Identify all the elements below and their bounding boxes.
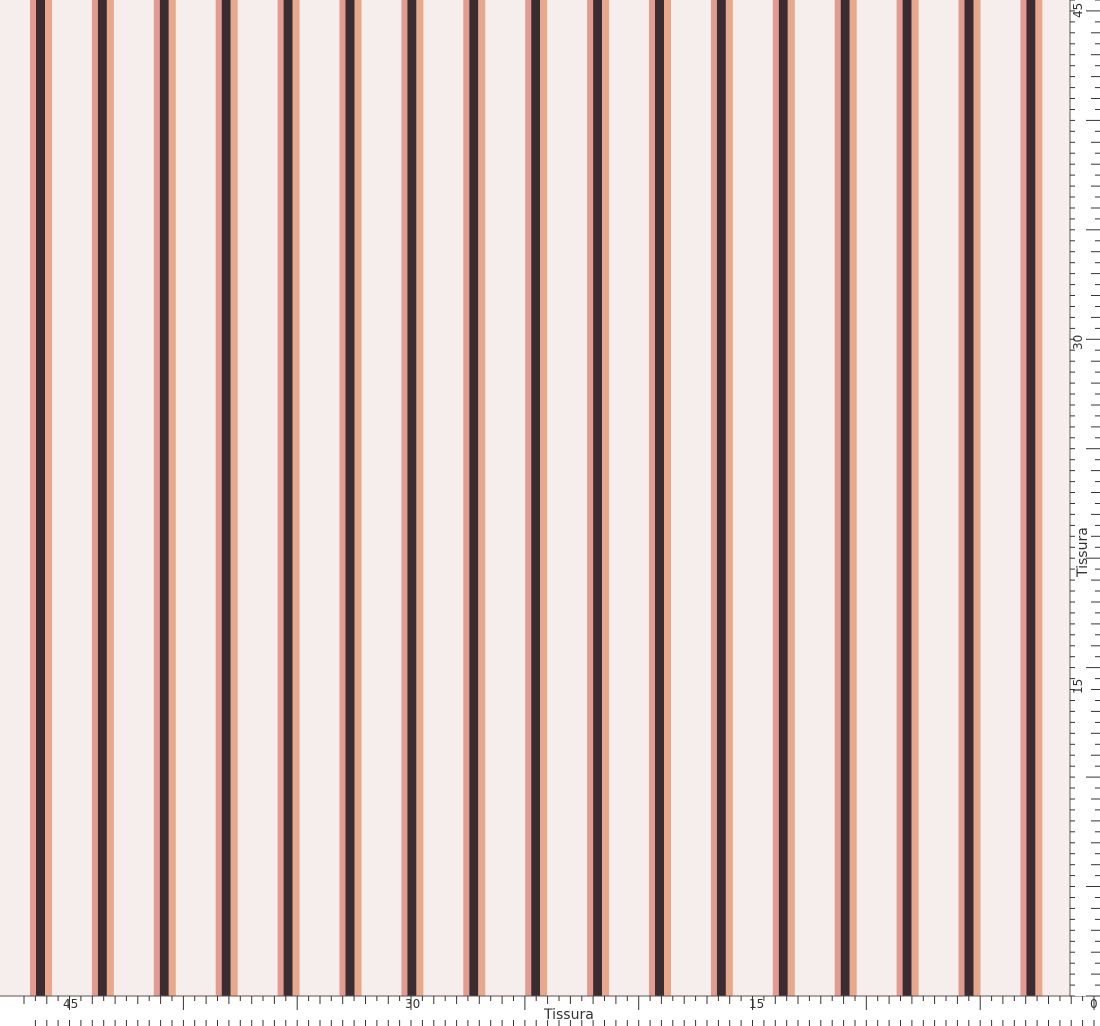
- stripe-band: [849, 0, 857, 996]
- stripe-band: [834, 0, 841, 996]
- stripe: [401, 0, 424, 996]
- stripe-band: [973, 0, 981, 996]
- stripe: [772, 0, 795, 996]
- stripe: [649, 0, 671, 996]
- stripe-band: [221, 0, 231, 996]
- stripe-band: [345, 0, 355, 996]
- stripe: [710, 0, 733, 996]
- stripe: [834, 0, 857, 996]
- stripe-band: [354, 0, 362, 996]
- fabric-swatch-image: 45 30 15 0 Tissura 45 30 15 Tissura: [0, 0, 1100, 1026]
- stripe: [1020, 0, 1043, 996]
- stripe-band: [716, 0, 726, 996]
- stripe-band: [416, 0, 424, 996]
- stripe-band: [91, 0, 98, 996]
- stripe-band: [525, 0, 532, 996]
- stripe: [91, 0, 114, 996]
- stripe-band: [230, 0, 238, 996]
- stripe-band: [159, 0, 169, 996]
- stripe-band: [772, 0, 779, 996]
- right-ruler-tick-45: 45: [1071, 3, 1085, 18]
- stripe-band: [45, 0, 52, 996]
- stripe: [339, 0, 362, 996]
- right-ruler: 45 30 15 Tissura: [1069, 0, 1100, 997]
- stripe-band: [725, 0, 733, 996]
- bottom-ruler-tick-30: 30: [405, 997, 420, 1011]
- stripe-band: [36, 0, 45, 996]
- stripe: [463, 0, 486, 996]
- stripe-band: [787, 0, 795, 996]
- right-ruler-label: Tissura: [1075, 527, 1091, 578]
- stripe-band: [30, 0, 36, 996]
- bottom-ruler-tick-15: 15: [749, 997, 764, 1011]
- right-ruler-tick-30: 30: [1071, 335, 1085, 350]
- bottom-ruler-label: Tissura: [543, 1007, 594, 1023]
- stripe-band: [97, 0, 107, 996]
- stripe-band: [602, 0, 610, 996]
- stripe-band: [587, 0, 594, 996]
- stripe-band: [664, 0, 671, 996]
- stripe: [215, 0, 238, 996]
- stripe-band: [1026, 0, 1036, 996]
- stripe-band: [531, 0, 541, 996]
- stripe-band: [896, 0, 903, 996]
- stripe-band: [649, 0, 655, 996]
- stripe-band: [463, 0, 470, 996]
- stripe: [277, 0, 300, 996]
- stripe-band: [655, 0, 664, 996]
- stripe-band: [478, 0, 486, 996]
- stripe-band: [958, 0, 965, 996]
- bottom-ruler-tick-45: 45: [63, 997, 78, 1011]
- stripe-band: [215, 0, 222, 996]
- stripe-band: [292, 0, 300, 996]
- stripe-band: [277, 0, 284, 996]
- stripe: [153, 0, 176, 996]
- stripe-band: [902, 0, 912, 996]
- stripe-band: [153, 0, 160, 996]
- stripe-band: [1035, 0, 1043, 996]
- stripe-band: [840, 0, 850, 996]
- stripe-band: [106, 0, 114, 996]
- stripe: [525, 0, 548, 996]
- stripe-band: [964, 0, 974, 996]
- stripe-band: [911, 0, 919, 996]
- stripe-band: [283, 0, 293, 996]
- stripe-band: [407, 0, 417, 996]
- stripe: [587, 0, 610, 996]
- stripe-band: [540, 0, 548, 996]
- stripe: [896, 0, 919, 996]
- stripe-band: [778, 0, 788, 996]
- stripe-band: [339, 0, 346, 996]
- stripe: [958, 0, 981, 996]
- stripe-band: [710, 0, 717, 996]
- stripe-band: [1020, 0, 1027, 996]
- stripe: [30, 0, 52, 996]
- striped-fabric: 45 30 15 0 Tissura 45 30 15 Tissura: [0, 0, 1100, 1026]
- stripe-band: [469, 0, 479, 996]
- stripe-band: [593, 0, 603, 996]
- bottom-ruler-tick-0: 0: [1090, 997, 1098, 1011]
- stripe-band: [401, 0, 408, 996]
- right-ruler-tick-15: 15: [1071, 679, 1085, 694]
- stripe-band: [168, 0, 176, 996]
- bottom-ruler: 45 30 15 0 Tissura: [0, 995, 1100, 1026]
